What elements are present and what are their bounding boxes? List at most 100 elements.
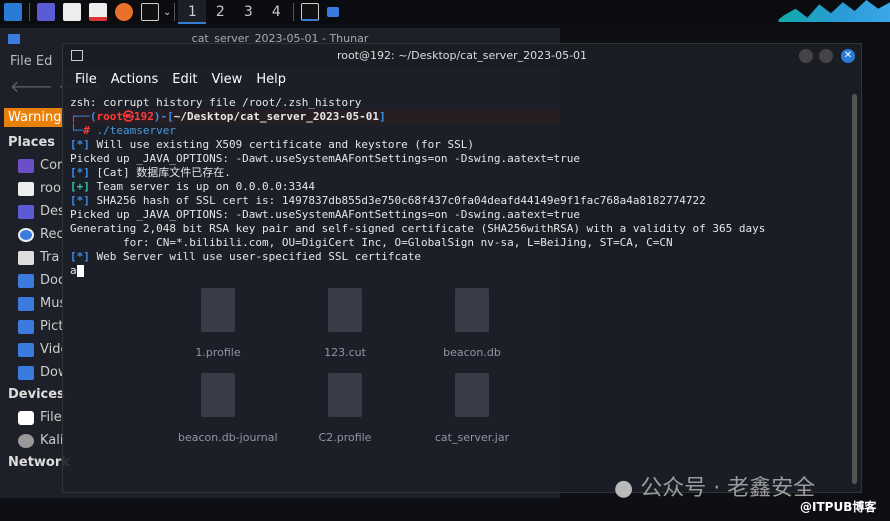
- close-button[interactable]: ✕: [841, 49, 855, 63]
- place-trash[interactable]: Tra: [0, 246, 62, 269]
- disc-icon: [18, 433, 34, 448]
- menu-edit[interactable]: Edit: [172, 72, 197, 88]
- prompt-host: 192: [134, 110, 154, 123]
- label: Rec: [40, 227, 62, 242]
- output-line: Picked up _JAVA_OPTIONS: -Dawt.useSystem…: [70, 208, 580, 221]
- label: Music: [40, 296, 62, 311]
- workspace-1[interactable]: 1: [178, 0, 207, 24]
- maximize-button[interactable]: [819, 49, 833, 63]
- scrollbar[interactable]: [852, 94, 857, 484]
- terminal-icon: [71, 50, 83, 61]
- text-editor-icon[interactable]: [89, 3, 107, 21]
- terminal-icon[interactable]: [141, 3, 159, 21]
- terminal-menubar: File Actions Edit View Help: [63, 68, 861, 92]
- output-line: [+] Team server is up on 0.0.0.0:3344: [70, 180, 316, 193]
- label: Cor: [40, 158, 62, 173]
- taskbar: ⌄ 1 2 3 4: [0, 0, 890, 24]
- menu-file[interactable]: File: [10, 54, 32, 69]
- file-manager-icon[interactable]: [63, 3, 81, 21]
- place-videos[interactable]: Videos: [0, 338, 62, 361]
- label: roo: [40, 181, 61, 196]
- wechat-icon: ●: [614, 476, 634, 501]
- command-text: ./teamserver: [96, 124, 176, 137]
- clock-icon: [18, 227, 34, 242]
- place-documents[interactable]: Documents: [0, 269, 62, 292]
- terminal-window: root@192: ~/Desktop/cat_server_2023-05-0…: [62, 43, 862, 493]
- menu-view[interactable]: View: [211, 72, 242, 88]
- typed-text: a: [70, 264, 77, 277]
- separator: [29, 3, 30, 21]
- output-line: [*] Web Server will use user-specified S…: [70, 250, 422, 263]
- places-heading: Places: [8, 135, 56, 150]
- minimize-button[interactable]: [799, 49, 813, 63]
- cursor: [76, 265, 84, 277]
- firefox-icon[interactable]: [115, 3, 133, 21]
- device-kali[interactable]: Kali Linux: [0, 429, 62, 452]
- label: Des: [40, 204, 62, 219]
- folder-downloads-icon: [18, 365, 34, 380]
- devices-heading: Devices: [8, 387, 65, 402]
- menu-edit[interactable]: Ed: [36, 54, 52, 69]
- folder-task-icon[interactable]: [327, 7, 340, 17]
- label: Documents: [40, 273, 62, 288]
- terminal-task-icon[interactable]: [301, 3, 320, 21]
- separator: [174, 3, 176, 21]
- terminal-titlebar[interactable]: root@192: ~/Desktop/cat_server_2023-05-0…: [63, 44, 861, 68]
- output-line: Picked up _JAVA_OPTIONS: -Dawt.useSystem…: [70, 152, 580, 165]
- watermark: ● 公众号 · 老鑫安全: [614, 470, 815, 502]
- desktop-icon[interactable]: [37, 3, 55, 21]
- place-computer[interactable]: Cor: [0, 154, 62, 177]
- place-pictures[interactable]: Pictures: [0, 315, 62, 338]
- menu-file[interactable]: File: [75, 72, 97, 88]
- label: Kali Linux: [40, 433, 62, 448]
- terminal-output[interactable]: zsh: corrupt history file /root/.zsh_his…: [63, 92, 861, 282]
- place-music[interactable]: Music: [0, 292, 62, 315]
- drive-icon: [18, 410, 34, 425]
- folder-music-icon: [18, 296, 34, 311]
- label: Tra: [40, 250, 60, 265]
- separator: [293, 3, 295, 21]
- output-line: [*] [Cat] 数据库文件已存在.: [70, 166, 231, 179]
- workspace-2[interactable]: 2: [206, 0, 234, 24]
- input-line[interactable]: a: [70, 264, 854, 278]
- output-line: [*] SHA256 hash of SSL cert is: 1497837d…: [70, 194, 706, 207]
- menu-actions[interactable]: Actions: [111, 72, 159, 88]
- kali-menu-icon[interactable]: [4, 3, 22, 21]
- desktop-icon: [18, 204, 34, 219]
- device-filesystem[interactable]: File System: [0, 406, 62, 429]
- place-root[interactable]: roo: [0, 177, 62, 200]
- watermark-text: 公众号 · 老鑫安全: [640, 476, 816, 501]
- folder-documents-icon: [18, 273, 34, 288]
- place-recent[interactable]: Rec: [0, 223, 62, 246]
- command-line: └─# ./teamserver: [70, 124, 176, 137]
- label: Videos: [40, 342, 62, 357]
- output-line: for: CN=*.bilibili.com, OU=DigiCert Inc,…: [70, 236, 673, 249]
- label: Pictures: [40, 319, 62, 334]
- folder-videos-icon: [18, 342, 34, 357]
- warning-banner: Warning: [4, 108, 64, 127]
- terminal-title: root@192: ~/Desktop/cat_server_2023-05-0…: [336, 49, 588, 62]
- computer-icon: [18, 158, 34, 173]
- home-icon: [18, 181, 34, 196]
- place-desktop[interactable]: Des: [0, 200, 62, 223]
- folder-icon: [8, 34, 20, 44]
- chevron-down-icon[interactable]: ⌄: [163, 7, 171, 18]
- output-line: Generating 2,048 bit RSA key pair and se…: [70, 222, 766, 235]
- place-downloads[interactable]: Downloads: [0, 361, 62, 384]
- folder-pictures-icon: [18, 319, 34, 334]
- network-heading: Network: [8, 455, 70, 470]
- workspace-3[interactable]: 3: [234, 0, 262, 24]
- label: File System: [40, 410, 62, 425]
- prompt-line: ┌──(root㉿192)-[~/Desktop/cat_server_2023…: [70, 110, 560, 124]
- label: Downloads: [40, 365, 62, 380]
- output-line: zsh: corrupt history file /root/.zsh_his…: [70, 96, 362, 109]
- cpu-graph: [772, 0, 890, 22]
- prompt-cwd: ~/Desktop/cat_server_2023-05-01: [173, 110, 380, 123]
- watermark-sub: @ITPUB博客: [800, 500, 877, 514]
- thunar-sidebar: Places Cor roo Des Rec Tra Documents Mus…: [0, 132, 70, 474]
- output-line: [*] Will use existing X509 certificate a…: [70, 138, 474, 151]
- workspace-4[interactable]: 4: [262, 0, 290, 24]
- prompt-user: root: [96, 110, 124, 123]
- menu-help[interactable]: Help: [256, 72, 286, 88]
- trash-icon: [18, 250, 34, 265]
